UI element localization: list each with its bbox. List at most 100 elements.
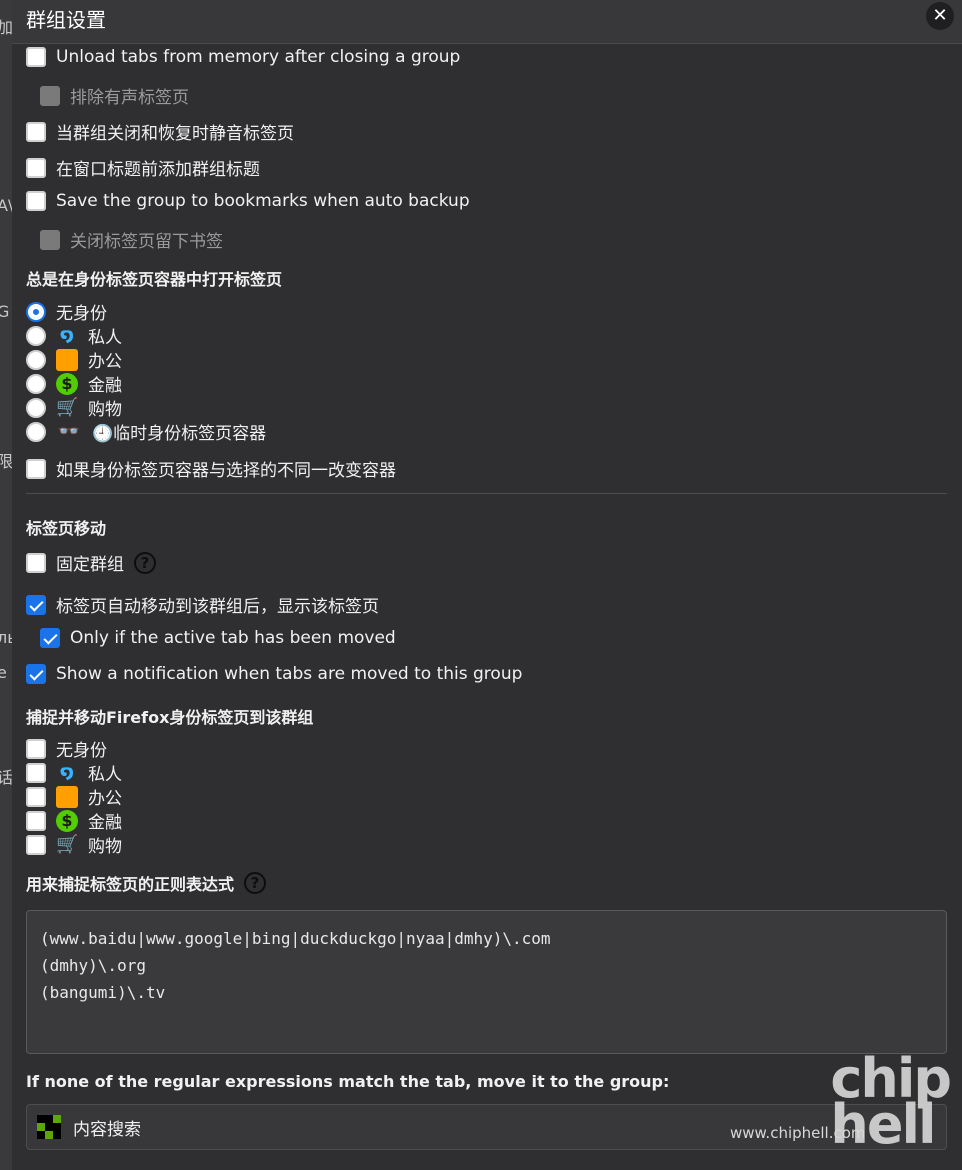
catch-label: 金融 [88,813,122,833]
container-label: 无身份 [56,304,107,324]
group-settings-dialog: 群组设置 ✕ Unload tabs from memory after clo… [12,0,962,1170]
only-active-checkbox[interactable] [40,628,60,648]
background-fragment: 话 [0,768,12,787]
catch-option-banking[interactable]: $ 金融 [26,808,122,833]
catch-section-title: 捕捉并移动Firefox身份标签页到该群组 [26,708,314,727]
option-label: Only if the active tab has been moved [70,628,396,648]
fingerprint-icon: ໑ [60,761,74,783]
background-fragment: e [0,663,7,682]
container-radio[interactable] [26,349,46,370]
catch-option-personal[interactable]: ໑ 私人 [26,760,122,785]
container-section-title: 总是在身份标签页容器中打开标签页 [26,270,283,289]
container-radio[interactable] [26,373,46,394]
notify-checkbox[interactable] [26,664,46,684]
catch-label: 办公 [88,789,122,809]
exclude-audible-option: 排除有声标签页 [40,83,189,108]
container-label: 🕘临时身份标签页容器 [92,424,267,444]
catch-option-work[interactable]: 办公 [26,784,122,809]
fingerprint-icon: ໑ [60,324,74,346]
container-option-shopping[interactable]: 🛒 购物 [26,395,122,420]
background-fragment: 加 [0,18,12,37]
option-label: 如果身份标签页容器与选择的不同一改变容器 [56,461,396,481]
dollar-icon: $ [56,372,78,395]
section-divider [26,493,947,494]
catch-option-shopping[interactable]: 🛒 购物 [26,832,122,857]
option-label: 关闭标签页留下书签 [70,232,223,252]
catch-label: 购物 [88,837,122,857]
only-active-option[interactable]: Only if the active tab has been moved [40,628,396,648]
dialog-header: 群组设置 ✕ [12,0,962,44]
regex-textarea[interactable]: (www.baidu|www.google|bing|duckduckgo|ny… [26,910,947,1054]
prefix-title-option[interactable]: 在窗口标题前添加群组标题 [26,155,260,180]
help-icon[interactable]: ? [244,872,267,894]
unload-tabs-checkbox[interactable] [26,47,46,67]
container-option-work[interactable]: 办公 [26,347,122,372]
catch-label: 私人 [88,765,122,785]
background-fragment: G [0,302,10,321]
option-label: 排除有声标签页 [70,88,189,108]
keep-bookmark-option: 关闭标签页留下书签 [40,227,223,252]
auto-show-checkbox[interactable] [26,594,46,615]
option-label: 标签页自动移动到该群组后，显示该标签页 [56,597,379,617]
briefcase-icon [56,785,78,808]
container-label: 购物 [88,400,122,420]
close-button[interactable]: ✕ [926,2,954,30]
help-icon[interactable]: ? [134,551,156,574]
container-option-temporary[interactable]: 👓 🕘临时身份标签页容器 [26,419,266,444]
notify-option[interactable]: Show a notification when tabs are moved … [26,664,522,684]
change-container-option[interactable]: 如果身份标签页容器与选择的不同一改变容器 [26,456,396,481]
container-option-banking[interactable]: $ 金融 [26,371,122,396]
auto-show-option[interactable]: 标签页自动移动到该群组后，显示该标签页 [26,592,379,617]
option-label: Show a notification when tabs are moved … [56,664,523,684]
container-radio[interactable] [26,325,46,346]
fallback-section-title: If none of the regular expressions match… [26,1072,670,1091]
regex-section-title: 用来捕捉标签页的正则表达式 [26,875,235,894]
chiphell-watermark: www.chiphell.com chip hell [730,1047,952,1156]
container-radio[interactable] [26,421,46,442]
exclude-audible-checkbox [40,85,60,106]
catch-label: 无身份 [56,741,107,761]
regex-section-header: 用来捕捉标签页的正则表达式 ? [26,871,267,895]
keep-bookmark-checkbox [40,229,60,250]
background-fragment: ль [0,628,12,647]
background-fragment: A\ [0,196,12,215]
catch-checkbox[interactable] [26,786,46,807]
save-bookmarks-checkbox[interactable] [26,191,46,211]
pin-group-checkbox[interactable] [26,552,46,573]
option-label: 固定群组 [56,555,124,575]
change-container-checkbox[interactable] [26,458,46,479]
dollar-icon: $ [56,809,78,832]
container-radio[interactable] [26,397,46,418]
container-option-none[interactable]: 无身份 [26,299,107,324]
background-page-strip: 加 A\ G 限 ль e 话 [0,0,12,1170]
cart-icon: 🛒 [56,396,79,418]
glasses-icon: 👓 [57,420,81,442]
background-fragment: 限 [0,452,12,471]
catch-checkbox[interactable] [26,810,46,831]
container-option-personal[interactable]: ໑ 私人 [26,323,122,348]
option-label: 当群组关闭和恢复时静音标签页 [56,124,294,144]
prefix-title-checkbox[interactable] [26,157,46,178]
mute-tabs-checkbox[interactable] [26,121,46,142]
save-bookmarks-option[interactable]: Save the group to bookmarks when auto ba… [26,191,470,211]
option-label: 在窗口标题前添加群组标题 [56,160,260,180]
catch-checkbox[interactable] [26,738,46,759]
dialog-title: 群组设置 [26,8,106,32]
container-label: 办公 [88,352,122,372]
move-section-title: 标签页移动 [26,519,107,538]
option-label: Unload tabs from memory after closing a … [56,47,461,67]
pin-group-option[interactable]: 固定群组 ? [26,550,156,575]
container-radio[interactable] [26,301,46,322]
option-label: Save the group to bookmarks when auto ba… [56,191,470,211]
catch-checkbox[interactable] [26,762,46,783]
catch-checkbox[interactable] [26,834,46,855]
unload-tabs-option[interactable]: Unload tabs from memory after closing a … [26,47,460,67]
selected-group-label: 内容搜索 [73,1119,141,1140]
container-label: 金融 [88,376,122,396]
catch-option-none[interactable]: 无身份 [26,736,107,761]
group-grid-icon [37,1115,61,1139]
briefcase-icon [56,348,78,371]
chiphell-logo: chip hell [830,1047,952,1156]
mute-tabs-option[interactable]: 当群组关闭和恢复时静音标签页 [26,119,294,144]
container-label: 私人 [88,328,122,348]
